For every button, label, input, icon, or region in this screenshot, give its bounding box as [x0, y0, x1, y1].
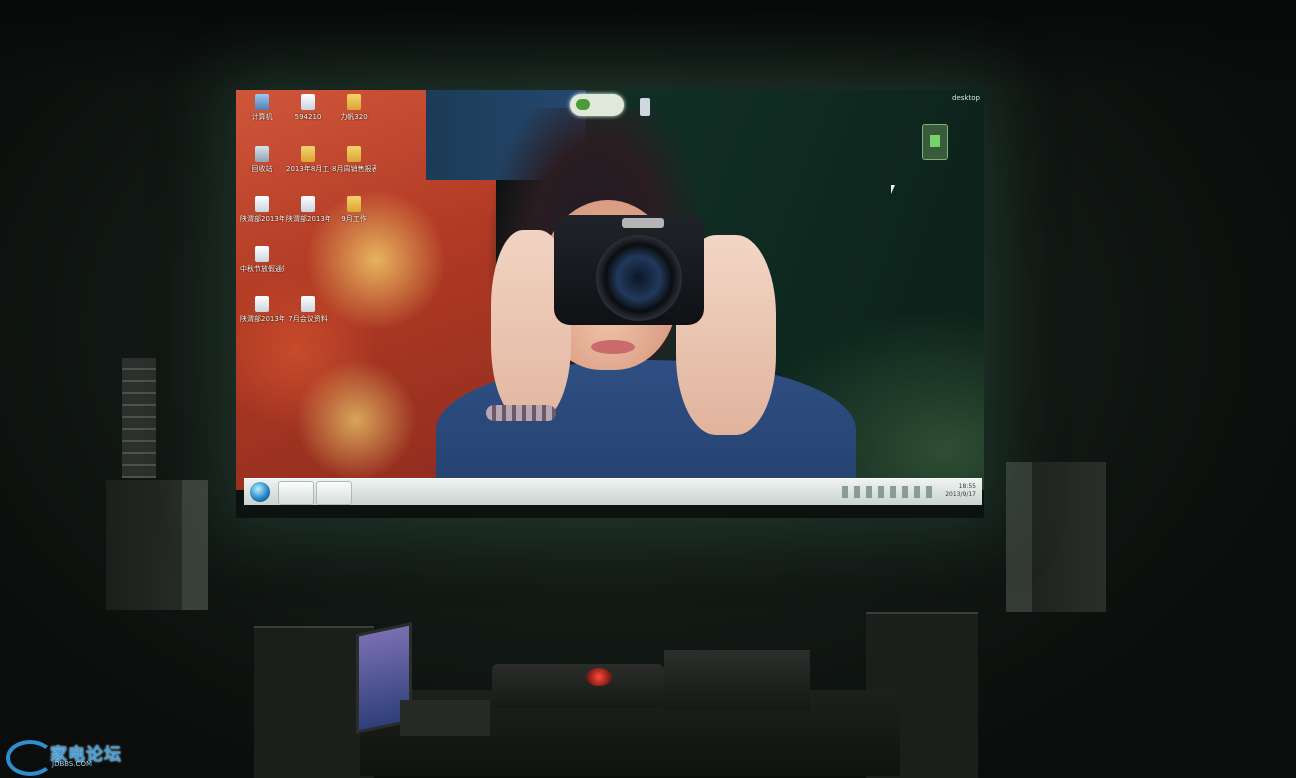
desktop-icons: 计算机 594210 力帆320 回收站 2013年8月工作 8月周销售报表 陕…	[240, 94, 380, 344]
taskbar: 18:55 2013/9/17	[244, 478, 982, 505]
desktop-corner-text: desktop	[952, 94, 980, 102]
tag-icon[interactable]	[640, 98, 650, 116]
clock-time: 18:55	[958, 483, 976, 490]
left-speaker-face	[182, 480, 208, 610]
desktop-icon-label: 9月工作	[341, 215, 367, 223]
subject-lips	[591, 340, 635, 354]
taskbar-app-button[interactable]	[316, 481, 352, 505]
desktop-icon-label: 陕渭部2013年经营专项...	[286, 215, 330, 223]
desktop-icon[interactable]: 中秋节放假通知	[240, 246, 284, 294]
taskbar-clock[interactable]: 18:55 2013/9/17	[936, 483, 976, 499]
start-button[interactable]	[250, 482, 270, 502]
clock-date: 2013/9/17	[945, 491, 976, 498]
desktop-icon[interactable]: 陕渭部2013年小型促销...	[240, 196, 284, 244]
projector-led-icon	[586, 668, 612, 686]
document-icon	[255, 246, 269, 262]
desktop-icon-label: 陕渭部2013年1-12月...	[240, 315, 284, 323]
recycle-bin-icon	[255, 146, 269, 162]
document-icon	[301, 296, 315, 312]
av-receiver	[664, 650, 810, 710]
desktop-icon[interactable]: 力帆320	[332, 94, 376, 142]
right-speaker-face	[1006, 462, 1032, 612]
subject-bracelet	[486, 405, 556, 421]
desktop-icon-label: 7月会议资料	[288, 315, 328, 323]
desktop-icon-label: 594210	[294, 113, 322, 121]
ceiling-shadow	[0, 0, 1296, 90]
projection-screen: 计算机 594210 力帆320 回收站 2013年8月工作 8月周销售报表 陕…	[236, 90, 984, 518]
folder-icon	[347, 146, 361, 162]
desktop-icon-label: 回收站	[251, 165, 273, 173]
document-icon	[255, 296, 269, 312]
folder-icon	[347, 94, 361, 110]
laptop-base	[400, 700, 490, 736]
desktop-icon[interactable]: 9月工作	[332, 196, 376, 244]
system-tray-icons[interactable]	[842, 486, 932, 498]
mouse-cursor-icon	[891, 185, 899, 194]
camera-lens	[596, 235, 682, 321]
taskbar-app-button[interactable]	[278, 481, 314, 505]
desktop-icon[interactable]: 陕渭部2013年1-12月...	[240, 296, 284, 344]
folder-icon	[347, 196, 361, 212]
folder-icon	[301, 146, 315, 162]
desktop-icon-label: 2013年8月工作	[286, 165, 330, 173]
desktop-icon[interactable]: 计算机	[240, 94, 284, 142]
desktop-icon-label: 8月周销售报表	[332, 165, 376, 173]
desktop-icon[interactable]: 7月会议资料	[286, 296, 330, 344]
desktop-icon[interactable]: 2013年8月工作	[286, 146, 330, 194]
document-icon	[301, 94, 315, 110]
desktop-icon-label: 力帆320	[340, 113, 368, 121]
desktop-icon[interactable]: 594210	[286, 94, 330, 142]
desktop-icon[interactable]: 8月周销售报表	[332, 146, 376, 194]
swoosh-logo-icon	[6, 740, 54, 776]
desktop-icon[interactable]: 回收站	[240, 146, 284, 194]
document-icon	[301, 196, 315, 212]
camera-brand-plate	[622, 218, 664, 228]
desktop-icon-label: 计算机	[251, 113, 273, 121]
projector	[492, 664, 664, 708]
site-watermark-logo: 家电论坛 JDBBS.COM	[6, 738, 126, 776]
leaf-icon	[576, 99, 590, 110]
document-icon	[255, 196, 269, 212]
watermark-english-text: JDBBS.COM	[52, 760, 93, 768]
computer-icon	[255, 94, 269, 110]
download-widget-icon[interactable]	[922, 124, 948, 160]
wall-shelf	[122, 358, 156, 478]
desktop-icon[interactable]: 陕渭部2013年经营专项...	[286, 196, 330, 244]
desktop-widget[interactable]	[570, 94, 624, 116]
desktop-icon-label: 中秋节放假通知	[240, 265, 284, 273]
desktop-icon-label: 陕渭部2013年小型促销...	[240, 215, 284, 223]
